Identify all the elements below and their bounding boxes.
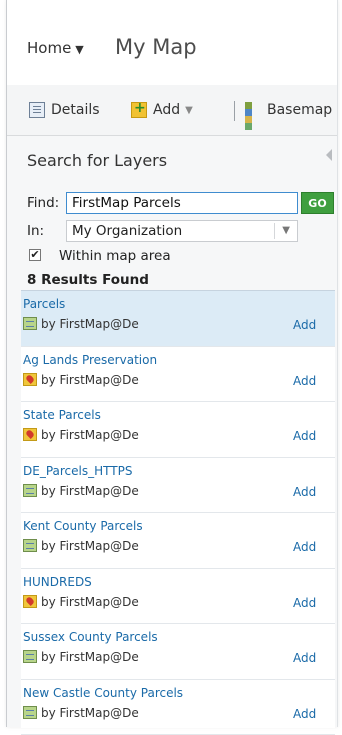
result-owner: by FirstMap@De [41,484,139,498]
basemap-button[interactable]: Basemap [245,99,332,121]
feature-layer-icon [23,373,37,386]
result-owner: by FirstMap@De [41,317,139,331]
chevron-down-icon: ▼ [282,221,290,241]
caret-down-icon: ▼ [75,43,83,56]
map-viewer-window: Home ▼ My Map Details Add ▼ Basemap Searc… [6,0,338,727]
details-label: Details [51,102,100,118]
feature-layer-icon [23,428,37,441]
result-item[interactable]: State Parcels by FirstMap@De Add [21,402,335,458]
add-layer-link[interactable]: Add [293,707,316,721]
home-menu[interactable]: Home ▼ [27,39,84,57]
toolbar: Details Add ▼ Basemap [7,85,337,136]
result-owner: by FirstMap@De [41,706,139,720]
result-owner: by FirstMap@De [41,650,139,664]
in-label: In: [27,223,44,239]
add-layer-link[interactable]: Add [293,651,316,665]
details-icon [29,102,45,118]
result-item[interactable]: Kent County Parcels by FirstMap@De Add [21,513,335,569]
within-map-area-checkbox[interactable]: ✔ [29,249,41,261]
map-layer-icon [23,539,37,552]
result-title[interactable]: HUNDREDS [23,575,92,589]
result-item[interactable]: DE_Parcels_HTTPS by FirstMap@De Add [21,458,335,514]
result-owner: by FirstMap@De [41,373,139,387]
add-layer-link[interactable]: Add [293,485,316,499]
add-button[interactable]: Add ▼ [131,99,193,121]
result-item[interactable]: Sussex County Parcels by FirstMap@De Add [21,624,335,680]
scope-select-value: My Organization [72,223,182,239]
add-layer-link[interactable]: Add [293,429,316,443]
select-divider [274,223,275,239]
toolbar-divider [234,101,235,121]
feature-layer-icon [23,595,37,608]
result-item[interactable]: Ag Lands Preservation by FirstMap@De Add [21,347,335,403]
add-icon [131,102,147,118]
basemap-grid-icon [245,102,261,118]
map-layer-icon [23,484,37,497]
result-owner: by FirstMap@De [41,428,139,442]
result-item[interactable]: HUNDREDS by FirstMap@De Add [21,569,335,625]
result-title[interactable]: Sussex County Parcels [23,630,158,644]
results-list: Parcels by FirstMap@De Add Ag Lands Pres… [21,290,335,728]
result-title[interactable]: DE_Parcels_HTTPS [23,464,132,478]
result-title[interactable]: State Parcels [23,408,101,422]
result-owner: by FirstMap@De [41,595,139,609]
search-layers-panel: Search for Layers Find: GO In: My Organi… [7,136,337,727]
find-input[interactable] [66,192,298,214]
map-layer-icon [23,706,37,719]
result-title[interactable]: Parcels [23,297,65,311]
add-layer-link[interactable]: Add [293,540,316,554]
add-layer-link[interactable]: Add [293,374,316,388]
chevron-down-icon: ▼ [185,105,193,116]
add-layer-link[interactable]: Add [293,596,316,610]
scope-select[interactable]: My Organization ▼ [66,220,298,242]
add-label: Add [153,102,180,118]
basemap-label: Basemap [267,102,332,118]
result-item[interactable]: Parcels by FirstMap@De Add [21,291,335,347]
panel-title: Search for Layers [27,151,167,170]
within-map-area-label: Within map area [59,248,171,264]
map-layer-icon [23,317,37,330]
result-title[interactable]: Kent County Parcels [23,519,143,533]
results-count: 8 Results Found [27,272,149,288]
home-label: Home [27,39,71,57]
find-label: Find: [27,195,59,211]
map-layer-icon [23,650,37,663]
result-title[interactable]: New Castle County Parcels [23,686,183,700]
details-button[interactable]: Details [29,99,100,121]
map-title: My Map [115,35,197,59]
header: Home ▼ My Map [7,0,337,86]
go-button[interactable]: GO [301,192,334,214]
collapse-panel-icon[interactable] [326,149,332,161]
result-owner: by FirstMap@De [41,539,139,553]
add-layer-link[interactable]: Add [293,318,316,332]
result-title[interactable]: Ag Lands Preservation [23,353,157,367]
